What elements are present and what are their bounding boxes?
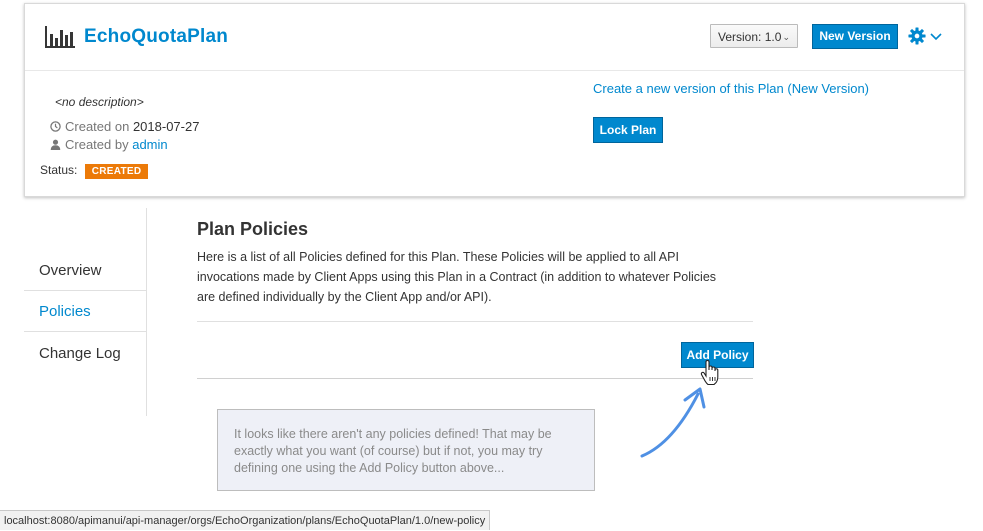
gear-icon[interactable] <box>908 27 926 45</box>
version-select[interactable]: Version: 1.0 ⌄ <box>710 24 798 48</box>
status-row: Status: CREATED <box>40 163 149 179</box>
created-on-value: 2018-07-27 <box>132 119 200 134</box>
clock-icon <box>50 121 61 132</box>
sidebar-item-overview[interactable]: Overview <box>24 251 146 291</box>
chevron-down-icon: ⌄ <box>782 32 790 42</box>
divider <box>197 378 753 379</box>
empty-policies-message: It looks like there aren't any policies … <box>217 409 595 491</box>
plan-title-bar: EchoQuotaPlan Version: 1.0 ⌄ New Version <box>25 4 964 71</box>
bar-chart-icon <box>45 26 75 48</box>
chevron-down-icon[interactable] <box>930 33 942 41</box>
section-description: Here is a list of all Policies defined f… <box>197 250 717 304</box>
arrow-icon <box>640 387 706 458</box>
new-version-button[interactable]: New Version <box>812 24 898 49</box>
created-by-label: Created by <box>65 137 129 152</box>
created-by-row: Created by admin <box>50 137 168 152</box>
plan-header-card: EchoQuotaPlan Version: 1.0 ⌄ New Version <box>24 3 965 197</box>
sidebar-item-change-log[interactable]: Change Log <box>24 334 146 374</box>
plan-description: <no description> <box>55 95 144 109</box>
sidebar-item-policies[interactable]: Policies <box>24 292 146 332</box>
status-badge: CREATED <box>84 164 149 179</box>
version-select-value: Version: 1.0 <box>718 30 782 44</box>
user-icon <box>50 139 61 150</box>
page-title: EchoQuotaPlan <box>84 26 229 47</box>
created-on-label: Created on <box>65 119 130 134</box>
section-title: Plan Policies <box>197 219 309 239</box>
status-label: Status: <box>40 163 78 177</box>
divider <box>197 321 753 322</box>
lock-plan-button[interactable]: Lock Plan <box>593 117 663 143</box>
side-navigation: Overview Policies Change Log <box>24 208 147 416</box>
create-new-version-link[interactable]: Create a new version of this Plan (New V… <box>593 81 869 96</box>
created-by-link[interactable]: admin <box>132 137 167 152</box>
browser-status-url: localhost:8080/apimanui/api-manager/orgs… <box>0 510 491 530</box>
created-on-row: Created on 2018-07-27 <box>50 119 199 134</box>
